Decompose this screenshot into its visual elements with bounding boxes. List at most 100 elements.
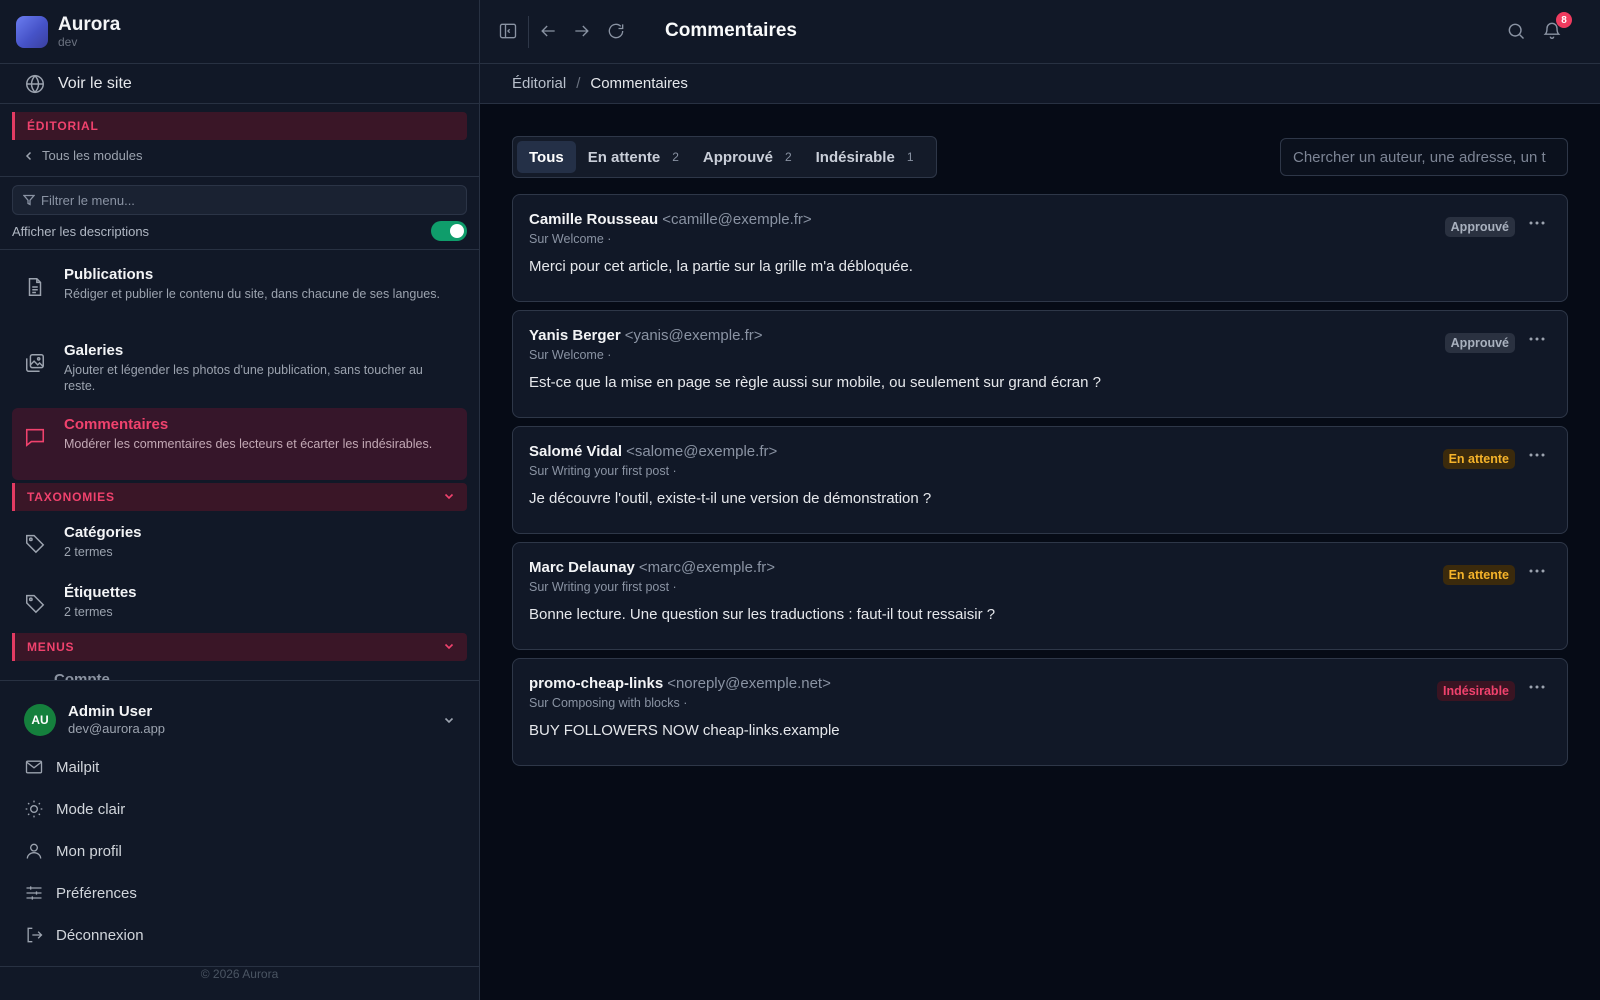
back-arrow-icon[interactable] — [538, 21, 558, 41]
tab-all[interactable]: Tous — [517, 141, 576, 173]
status-badge: En attente — [1442, 565, 1515, 585]
sidebar-item-etiquettes[interactable]: Étiquettes 2 termes — [12, 576, 467, 628]
sliders-icon — [24, 883, 56, 903]
nav-desc: Ajouter et légender les photos d'une pub… — [64, 363, 423, 393]
tab-label: Approuvé — [702, 148, 773, 166]
filter-placeholder: Filtrer le menu... — [41, 192, 135, 208]
page-title: Commentaires — [665, 20, 797, 41]
comment-search-input[interactable]: Chercher un auteur, une adresse, un t — [1280, 138, 1568, 176]
logout-icon — [24, 925, 56, 945]
toolbar-separator — [528, 16, 529, 48]
tab-spam[interactable]: Indésirable 1 — [804, 141, 926, 173]
tab-approved[interactable]: Approuvé 2 — [691, 141, 804, 173]
back-link-label: Tous les modules — [42, 148, 143, 163]
comment-email: <camille@exemple.fr> — [662, 211, 812, 228]
section-menus[interactable]: MENUS — [12, 633, 467, 661]
comment-post: Sur Welcome · — [529, 232, 612, 246]
view-site-label: Voir le site — [58, 74, 132, 92]
nav-title: Commentaires — [64, 416, 169, 433]
comment-email: <marc@exemple.fr> — [638, 559, 775, 576]
sidebar-item-galeries[interactable]: Galeries Ajouter et légender les photos … — [12, 334, 467, 402]
more-options-icon[interactable] — [1529, 569, 1545, 573]
status-tabs: Tous En attente 2 Approuvé 2 Indésirable… — [512, 136, 937, 178]
status-badge: Indésirable — [1437, 681, 1515, 701]
copyright: © 2026 Aurora — [200, 967, 279, 981]
tab-label: En attente — [587, 148, 661, 166]
refresh-icon[interactable] — [606, 21, 626, 41]
nav-title: Galeries — [64, 342, 124, 359]
section-taxonomies-label: TAXONOMIES — [27, 490, 115, 504]
sun-icon — [24, 799, 56, 819]
tab-label: Tous — [529, 148, 564, 166]
divider — [0, 680, 479, 681]
search-icon[interactable] — [1506, 21, 1526, 41]
comment-body: Bonne lecture. Une question sur les trad… — [529, 606, 996, 623]
brand-logo — [16, 15, 48, 48]
comment-post: Sur Welcome · — [529, 348, 612, 362]
user-email: dev@aurora.app — [68, 721, 166, 736]
filter-icon — [23, 194, 41, 206]
logout-link[interactable]: Déconnexion — [24, 923, 144, 947]
back-to-modules-link[interactable]: Tous les modules — [24, 148, 142, 163]
nav-title: Publications — [64, 266, 154, 283]
tag-icon — [24, 532, 46, 560]
globe-icon — [24, 73, 58, 95]
forward-arrow-icon[interactable] — [572, 21, 592, 41]
sidebar-toggle-icon[interactable] — [498, 21, 518, 41]
chevron-down-icon — [443, 490, 455, 502]
user-name: Admin User — [68, 703, 153, 720]
sidebar-item-compte[interactable]: Compte — [54, 670, 134, 680]
brand[interactable]: Aurora dev — [0, 0, 479, 64]
nav-title: Étiquettes — [64, 584, 137, 601]
tab-label: Indésirable — [815, 148, 895, 166]
chevron-down-icon — [443, 714, 455, 726]
mailpit-label: Mailpit — [56, 758, 100, 776]
section-editorial: ÉDITORIAL — [12, 112, 467, 140]
sidebar: Aurora dev Voir le site ÉDITORIAL Tous l… — [0, 0, 480, 1000]
status-badge: En attente — [1442, 449, 1515, 469]
comment-author: Marc Delaunay — [529, 559, 635, 576]
nav-desc: 2 termes — [64, 605, 113, 619]
light-mode-label: Mode clair — [56, 800, 126, 818]
chevron-down-icon — [443, 640, 455, 652]
preferences-label: Préférences — [56, 884, 137, 902]
profile-link[interactable]: Mon profil — [24, 839, 122, 863]
sidebar-item-publications[interactable]: Publications Rédiger et publier le conte… — [12, 258, 467, 310]
brand-env: dev — [58, 34, 78, 49]
filter-menu-input[interactable]: Filtrer le menu... — [12, 185, 467, 215]
gallery-icon — [24, 352, 46, 394]
more-options-icon[interactable] — [1529, 685, 1545, 689]
section-taxonomies[interactable]: TAXONOMIES — [12, 483, 467, 511]
sidebar-item-categories[interactable]: Catégories 2 termes — [12, 516, 467, 568]
tab-pending[interactable]: En attente 2 — [576, 141, 691, 173]
user-menu[interactable]: AU Admin User dev@aurora.app — [0, 700, 479, 740]
comment-card: promo-cheap-links <noreply@exemple.net> … — [512, 658, 1568, 766]
more-options-icon[interactable] — [1529, 453, 1545, 457]
toggle-label: Afficher les descriptions — [12, 223, 150, 239]
comment-email: <yanis@exemple.fr> — [624, 327, 763, 344]
breadcrumb: Éditorial / Commentaires — [480, 64, 1600, 104]
more-options-icon[interactable] — [1529, 337, 1545, 341]
status-badge: Approuvé — [1444, 217, 1515, 237]
comment-body: Merci pour cet article, la partie sur la… — [529, 258, 913, 275]
chevron-left-icon — [24, 151, 42, 161]
document-icon — [24, 276, 46, 302]
comment-body: BUY FOLLOWERS NOW cheap-links.example — [529, 722, 840, 739]
descriptions-toggle[interactable] — [431, 221, 467, 241]
tab-count: 1 — [906, 150, 914, 164]
sidebar-item-commentaires[interactable]: Commentaires Modérer les commentaires de… — [12, 408, 467, 480]
comment-card: Yanis Berger <yanis@exemple.fr> Sur Welc… — [512, 310, 1568, 418]
status-badge: Approuvé — [1444, 333, 1515, 353]
breadcrumb-parent[interactable]: Éditorial — [512, 75, 566, 92]
divider — [0, 249, 479, 250]
notification-badge: 8 — [1556, 12, 1572, 28]
comment-card: Camille Rousseau <camille@exemple.fr> Su… — [512, 194, 1568, 302]
preferences-link[interactable]: Préférences — [24, 881, 137, 905]
view-site-link[interactable]: Voir le site — [0, 64, 479, 104]
light-mode-toggle[interactable]: Mode clair — [24, 797, 125, 821]
nav-desc: 2 termes — [64, 545, 113, 559]
comment-email: <salome@exemple.fr> — [626, 443, 778, 460]
mailpit-link[interactable]: Mailpit — [24, 755, 99, 779]
more-options-icon[interactable] — [1529, 221, 1545, 225]
user-icon — [24, 841, 56, 861]
